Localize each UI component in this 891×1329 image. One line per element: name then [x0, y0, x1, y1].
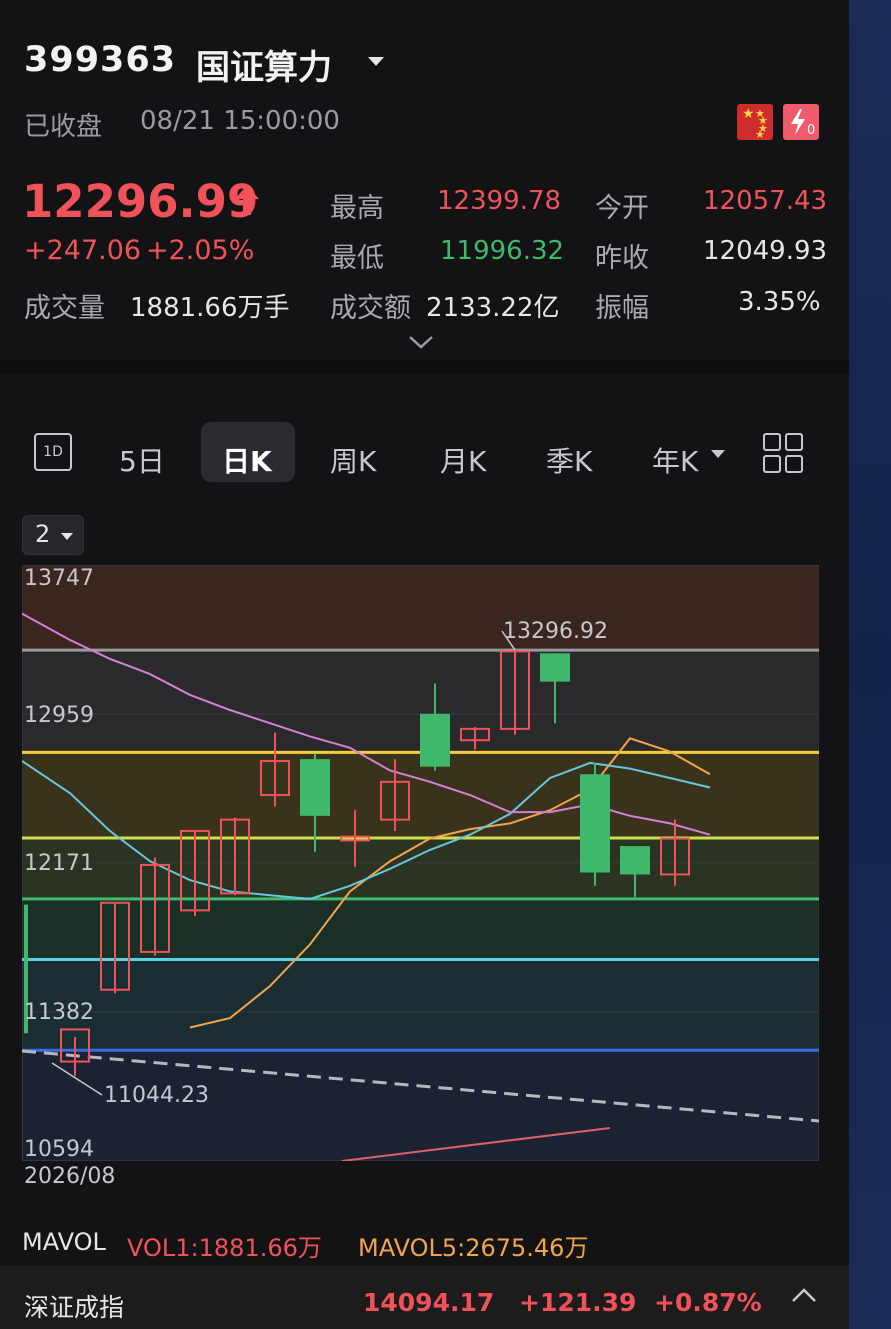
amplitude-label: 振幅 [595, 293, 649, 324]
vol1-value: VOL1:1881.66万 [127, 1234, 322, 1262]
mavol5-value: MAVOL5:2675.46万 [358, 1234, 589, 1262]
quote-datetime: 08/21 15:00:00 [140, 106, 340, 136]
stock-code: 399363 [24, 40, 177, 80]
chart-band [22, 959, 819, 1051]
low-value: 11996.32 [440, 236, 565, 266]
candle-body [620, 846, 650, 875]
high-annotation-label: 13296.92 [503, 619, 608, 644]
candle-body [420, 713, 450, 767]
tab-daily-k[interactable]: 日K [222, 440, 272, 480]
chart-band [22, 565, 819, 651]
price-change: +247.06 [24, 235, 142, 266]
open-label: 今开 [595, 193, 649, 224]
yearly-dropdown-icon[interactable] [711, 450, 725, 460]
tab-5day[interactable]: 5日 [119, 440, 165, 480]
layout-grid-icon[interactable] [763, 433, 803, 473]
price-change-percent: +2.05% [146, 235, 255, 266]
dropdown-caret-icon[interactable] [368, 57, 384, 66]
up-arrow-icon [235, 185, 259, 215]
amount-label: 成交额 [330, 293, 411, 324]
high-value: 12399.78 [437, 186, 562, 216]
selector-caret-icon [61, 533, 73, 540]
market-status: 已收盘 [24, 112, 103, 142]
tab-yearly-k[interactable]: 年K [652, 440, 698, 480]
candle-body [580, 774, 610, 873]
chart-count-value: 2 [35, 520, 51, 548]
amplitude-value: 3.35% [738, 287, 821, 317]
lightning-icon[interactable]: 0 [783, 104, 819, 140]
candlestick-chart[interactable] [22, 565, 819, 1161]
amount-value: 2133.22亿 [426, 293, 560, 323]
volume-label: 成交量 [24, 293, 105, 324]
ticker-index-value: 14094.17 [363, 1288, 495, 1317]
chevron-up-icon[interactable] [790, 1286, 818, 1304]
right-edge-panel [849, 0, 891, 1329]
china-flag-icon: ★ ★ ★ ★ ★ [737, 104, 773, 140]
chart-count-selector[interactable]: 2 [22, 515, 84, 555]
y-tick-label: 10594 [24, 1137, 94, 1162]
tab-weekly-k[interactable]: 周K [330, 440, 376, 480]
low-annotation-label: 11044.23 [104, 1083, 209, 1108]
y-tick-label: 11382 [24, 1000, 94, 1025]
tab-monthly-k[interactable]: 月K [440, 440, 486, 480]
candle-body [540, 653, 570, 682]
stock-name[interactable]: 国证算力 [196, 40, 332, 89]
y-tick-label: 12171 [24, 851, 94, 876]
chevron-down-icon[interactable] [408, 334, 434, 350]
open-value: 12057.43 [703, 186, 828, 216]
volume-value: 1881.66万手 [130, 293, 290, 323]
tab-quarterly-k[interactable]: 季K [546, 440, 592, 480]
section-divider [0, 360, 849, 374]
high-label: 最高 [330, 193, 384, 224]
svg-text:0: 0 [807, 123, 815, 138]
last-price: 12296.99 [22, 175, 259, 228]
prev-close-value: 12049.93 [703, 236, 828, 266]
ticker-index-name: 深证成指 [24, 1293, 125, 1322]
ticker-index-change: +121.39 [519, 1288, 637, 1317]
candle-body [300, 759, 330, 816]
low-label: 最低 [330, 243, 384, 274]
mavol-label[interactable]: MAVOL [22, 1228, 106, 1256]
y-tick-label: 13747 [24, 566, 94, 591]
intraday-1d-icon[interactable]: 1D [34, 433, 72, 471]
y-tick-label: 12959 [24, 703, 94, 728]
prev-close-label: 昨收 [595, 243, 649, 274]
x-axis-date: 2026/08 [24, 1164, 116, 1189]
ticker-index-change-percent: +0.87% [654, 1288, 762, 1317]
